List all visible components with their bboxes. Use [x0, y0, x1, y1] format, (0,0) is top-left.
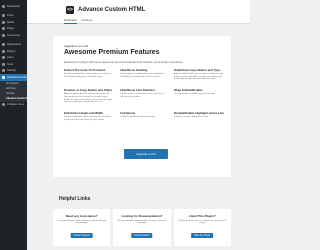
- feature-desc: Set a toggle for enabling title in your …: [120, 73, 165, 78]
- helpful-links: Need any Assistance? Our Expert Support …: [53, 209, 231, 246]
- feature-title: Disable/Enable Highlight Active Line: [173, 110, 224, 115]
- dashboard-icon: [2, 4, 5, 8]
- feature-desc: Be able to put a number line in the code…: [120, 93, 165, 98]
- rate-card: Liked This Plugin? Glad to know that, yo…: [173, 209, 231, 246]
- feature-item: Full Quiver Enable or disable the full qu…: [120, 111, 166, 121]
- feature-item: Disable/Enable Highlight Active Line Disa…: [174, 111, 224, 121]
- helpful-links-title: Helpful Links: [59, 196, 91, 202]
- feature-title: Position of Copy Button and Styles: [64, 88, 113, 93]
- comment-icon: [2, 33, 5, 37]
- premium-title: Awesome Premium Features: [64, 49, 160, 56]
- collapse-menu[interactable]: Collapse menu: [0, 102, 27, 109]
- feature-title: Hide/Show Line Numbers: [120, 88, 156, 93]
- feature-title: Hide/Show Copy Button and Type: [173, 68, 221, 72]
- page-title: Advance Custom HTML: [78, 6, 146, 13]
- plugin-icon: [2, 49, 5, 53]
- support-card-desc: Our Expert Support Team is always ready …: [57, 219, 107, 225]
- feature-desc: Be able to embed the custom codes you cr…: [64, 73, 112, 78]
- feature-title: Edit Editor Height and Width: [64, 110, 104, 115]
- admin-sidebar: Dashboard Posts Media Pages Comments App…: [0, 0, 27, 250]
- premium-features-card: Upgrade to pro and Awesome Premium Featu…: [53, 36, 231, 177]
- collapse-icon: [2, 103, 5, 107]
- rate-card-title: Liked This Plugin?: [188, 214, 216, 218]
- feature-desc: Adjust or Hide/enable, you can show or h…: [173, 73, 224, 81]
- media-icon: [2, 20, 5, 24]
- documentation-button[interactable]: Documentation: [131, 233, 153, 238]
- feature-item: Hide/Show Line Numbers Be able to put a n…: [120, 88, 166, 104]
- plugin-logo-icon: <>: [66, 6, 74, 14]
- tab-overview[interactable]: Overview: [64, 18, 77, 24]
- feature-title: Wrap Enable/Disable: [173, 88, 203, 93]
- settings-icon: [2, 69, 5, 73]
- feature-title: Embed The Code To Frontend: [64, 68, 106, 72]
- sidebar-submenu: All Snippets Add New Settings Advance Cu…: [0, 80, 27, 102]
- rate-plugin-button[interactable]: Rate the Plugin: [191, 233, 214, 238]
- documentation-card-desc: We have detailed documentation on every …: [117, 219, 167, 225]
- feature-desc: Set your code editor width and height fo…: [64, 115, 112, 121]
- feature-item: Hide/Show Copy Button and Type Adjust or …: [174, 68, 224, 81]
- feature-title: Hide/Show Heading: [120, 68, 148, 72]
- upgrade-eyebrow: Upgrade to pro and: [64, 44, 89, 48]
- code-icon: [2, 75, 5, 79]
- feature-item: Wrap Enable/Disable You can enable or dis…: [174, 88, 224, 104]
- feature-item: Edit Editor Height and Width Set your cod…: [64, 111, 112, 121]
- user-icon: [2, 56, 5, 60]
- upgrade-to-pro-button[interactable]: Upgrade to Pro: [124, 149, 168, 159]
- support-card: Need any Assistance? Our Expert Support …: [53, 209, 111, 246]
- tab-settings[interactable]: Settings: [82, 18, 93, 24]
- feature-item: Position of Copy Button and Styles Adjust…: [64, 88, 112, 104]
- submenu-advance-custom-html[interactable]: Advance Custom HTML: [0, 96, 27, 101]
- premium-lead: Expand your plugin with some awesome pre…: [64, 60, 184, 64]
- support-card-title: Need any Assistance?: [65, 214, 98, 218]
- header-tabs: Overview Settings: [64, 18, 92, 24]
- pin-icon: [2, 14, 5, 18]
- feature-desc: Adjust or display the your settings the …: [64, 93, 113, 104]
- feature-desc: Disable or enable highlight active line.: [173, 115, 209, 118]
- feature-desc: Enable or disable the full quiver mode.: [120, 115, 156, 118]
- page-header: <> Advance Custom HTML Overview Settings: [27, 0, 250, 24]
- documentation-card: Looking for Documentation? We have detai…: [113, 209, 171, 246]
- feature-item: Embed The Code To Frontend Be able to emb…: [64, 68, 112, 81]
- brush-icon: [2, 43, 5, 47]
- feature-grid: Embed The Code To Frontend Be able to emb…: [64, 68, 224, 121]
- feature-title: Full Quiver: [120, 110, 136, 115]
- contact-support-button[interactable]: Contact Support: [70, 233, 93, 238]
- wrench-icon: [2, 62, 5, 66]
- documentation-card-title: Looking for Documentation?: [121, 214, 163, 218]
- page-icon: [2, 27, 5, 31]
- rate-card-desc: Glad to know that, you can support us by…: [178, 219, 227, 225]
- feature-item: Hide/Show Heading Set a toggle for enabli…: [120, 68, 166, 81]
- feature-desc: You can enable or disable wrap functiona…: [173, 93, 215, 96]
